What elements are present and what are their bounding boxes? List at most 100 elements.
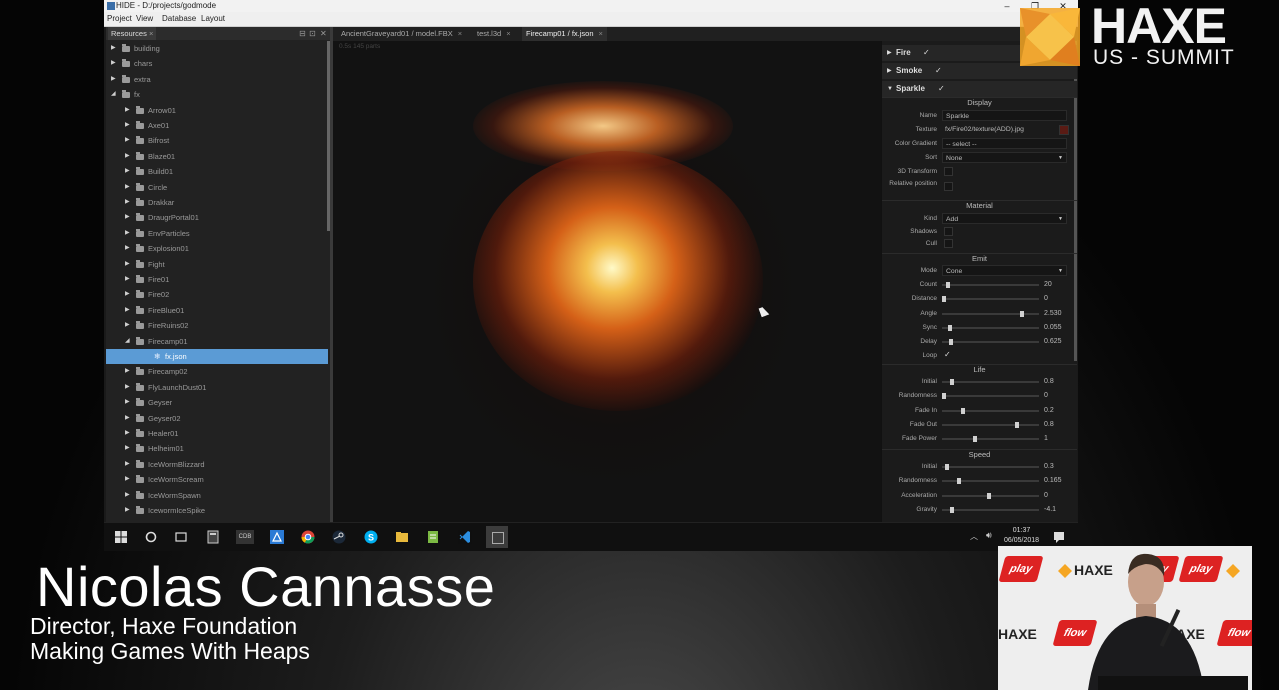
slider-value[interactable]: 0.3 xyxy=(1044,463,1054,470)
panel-menu-icon[interactable]: ⊟ xyxy=(299,27,306,40)
slider-value[interactable]: 0.165 xyxy=(1044,477,1062,484)
explorer-icon[interactable] xyxy=(395,530,409,544)
slider-track[interactable] xyxy=(942,407,1039,414)
expand-arrow-icon[interactable]: ▶ xyxy=(125,411,130,426)
slider-track[interactable] xyxy=(942,296,1039,303)
tree-folder[interactable]: ▶ chars xyxy=(106,56,328,71)
expand-arrow-icon[interactable]: ▶ xyxy=(111,56,116,71)
slider-track[interactable] xyxy=(942,393,1039,400)
collapse-arrow-icon[interactable]: ◢ xyxy=(111,87,116,102)
vscode-icon[interactable] xyxy=(458,530,472,544)
expand-arrow-icon[interactable]: ▶ xyxy=(125,488,130,503)
slider-track[interactable] xyxy=(942,492,1039,499)
skype-icon[interactable]: S xyxy=(364,530,378,544)
slider-thumb[interactable] xyxy=(942,296,946,303)
tree-file[interactable]: ❄ fx.json xyxy=(106,349,328,364)
tree-folder[interactable]: ▶ Firecamp02 xyxy=(106,364,328,379)
expand-arrow-icon[interactable]: ▶ xyxy=(125,103,130,118)
color-gradient-select[interactable]: -- select -- xyxy=(942,138,1067,149)
tree-folder[interactable]: ▶ extra xyxy=(106,72,328,87)
cull-checkbox[interactable] xyxy=(944,239,953,248)
slider-value[interactable]: 0.625 xyxy=(1044,338,1062,345)
expand-arrow-icon[interactable]: ▶ xyxy=(125,149,130,164)
cdb-icon[interactable]: CDB xyxy=(236,530,254,544)
slider-track[interactable] xyxy=(942,421,1039,428)
slider-value[interactable]: 0.8 xyxy=(1044,378,1054,385)
expand-arrow-icon[interactable]: ▶ xyxy=(125,426,130,441)
close-tab-icon[interactable]: × xyxy=(506,29,510,38)
scene-viewport[interactable]: 0.5s 145 parts xyxy=(333,41,881,522)
expand-arrow-icon[interactable]: ▶ xyxy=(125,287,130,302)
expand-arrow-icon[interactable]: ▶ xyxy=(125,257,130,272)
tree-folder[interactable]: ▶ Blaze01 xyxy=(106,149,328,164)
tree-scrollbar[interactable] xyxy=(327,41,330,231)
tree-folder[interactable]: ▶ Geyser02 xyxy=(106,411,328,426)
system-clock[interactable]: 01:37 06/05/2018 xyxy=(1004,526,1039,546)
slider-value[interactable]: 0 xyxy=(1044,392,1048,399)
menu-database[interactable]: Database xyxy=(162,12,196,26)
slider-value[interactable]: 0 xyxy=(1044,492,1048,499)
3d-transform-checkbox[interactable] xyxy=(944,167,953,176)
slider-thumb[interactable] xyxy=(946,282,950,288)
slider-track[interactable] xyxy=(942,464,1039,470)
slider-track[interactable] xyxy=(942,436,1039,443)
expand-arrow-icon[interactable]: ▶ xyxy=(125,133,130,148)
kind-select[interactable]: Add ▼ xyxy=(942,213,1067,224)
expand-arrow-icon[interactable]: ▶ xyxy=(125,318,130,333)
tree-folder[interactable]: ▶ Explosion01 xyxy=(106,241,328,256)
tree-folder[interactable]: ▶ building xyxy=(106,41,328,56)
tree-folder[interactable]: ▶ FireBlue01 xyxy=(106,303,328,318)
notifications-icon[interactable] xyxy=(1052,530,1066,544)
tray-chevron-up-icon[interactable]: ︿ xyxy=(970,531,978,542)
expand-arrow-icon[interactable]: ▶ xyxy=(125,395,130,410)
slider-thumb[interactable] xyxy=(948,324,952,331)
tree-folder[interactable]: ▶ Build01 xyxy=(106,164,328,179)
shadows-checkbox[interactable] xyxy=(944,227,953,236)
tree-folder[interactable]: ▶ Bifrost xyxy=(106,133,328,148)
cortana-icon[interactable] xyxy=(144,530,158,544)
slider-thumb[interactable] xyxy=(1015,421,1019,428)
slider-thumb[interactable] xyxy=(957,478,961,485)
active-window-icon[interactable] xyxy=(486,526,508,548)
tab-resources[interactable]: Resources × xyxy=(108,27,157,40)
volume-icon[interactable]: 🔊︎ xyxy=(986,530,992,541)
tree-folder[interactable]: ▶ Circle xyxy=(106,180,328,195)
slider-track[interactable] xyxy=(942,310,1039,317)
relative-position-checkbox[interactable] xyxy=(944,182,953,191)
slider-track[interactable] xyxy=(942,324,1039,331)
slider-value[interactable]: 1 xyxy=(1044,435,1048,442)
slider-track[interactable] xyxy=(942,478,1039,485)
expand-arrow-icon[interactable]: ▶ xyxy=(125,303,130,318)
slider-value[interactable]: 0.055 xyxy=(1044,324,1062,331)
slider-thumb[interactable] xyxy=(950,506,954,513)
slider-track[interactable] xyxy=(942,506,1039,513)
task-view-icon[interactable] xyxy=(174,530,188,544)
slider-value[interactable]: 2.530 xyxy=(1044,310,1062,317)
tab-ancientgraveyard[interactable]: AncientGraveyard01 / model.FBX × xyxy=(337,27,466,41)
slider-thumb[interactable] xyxy=(945,464,949,470)
chrome-icon[interactable] xyxy=(301,530,315,544)
tree-folder[interactable]: ▶ IceWormBlizzard xyxy=(106,457,328,472)
slider-thumb[interactable] xyxy=(950,379,954,385)
notepad-icon[interactable] xyxy=(426,530,440,544)
expand-arrow-icon[interactable]: ▶ xyxy=(125,472,130,487)
expand-arrow-icon[interactable]: ▶ xyxy=(125,457,130,472)
tab-test-l3d[interactable]: test.l3d × xyxy=(473,27,515,41)
expand-arrow-icon[interactable]: ▶ xyxy=(125,241,130,256)
tree-folder[interactable]: ▶ DraugrPortal01 xyxy=(106,210,328,225)
menu-project[interactable]: Project xyxy=(107,12,132,26)
slider-thumb[interactable] xyxy=(961,407,965,414)
slider-thumb[interactable] xyxy=(949,339,953,346)
texture-thumbnail-icon[interactable] xyxy=(1059,125,1069,135)
slider-value[interactable]: 0.2 xyxy=(1044,407,1054,414)
expand-arrow-icon[interactable]: ▶ xyxy=(125,118,130,133)
expand-arrow-icon[interactable]: ▶ xyxy=(125,226,130,241)
section-sparkle[interactable]: ▼ Sparkle ✓ xyxy=(882,81,1077,97)
expand-arrow-icon[interactable]: ▶ xyxy=(125,441,130,456)
mode-select[interactable]: Cone ▼ xyxy=(942,265,1067,276)
steam-icon[interactable] xyxy=(332,530,346,544)
tree-folder[interactable]: ▶ Helheim01 xyxy=(106,441,328,456)
expand-arrow-icon[interactable]: ▶ xyxy=(125,210,130,225)
close-tab-icon[interactable]: × xyxy=(458,29,462,38)
expand-arrow-icon[interactable]: ▶ xyxy=(125,503,130,518)
